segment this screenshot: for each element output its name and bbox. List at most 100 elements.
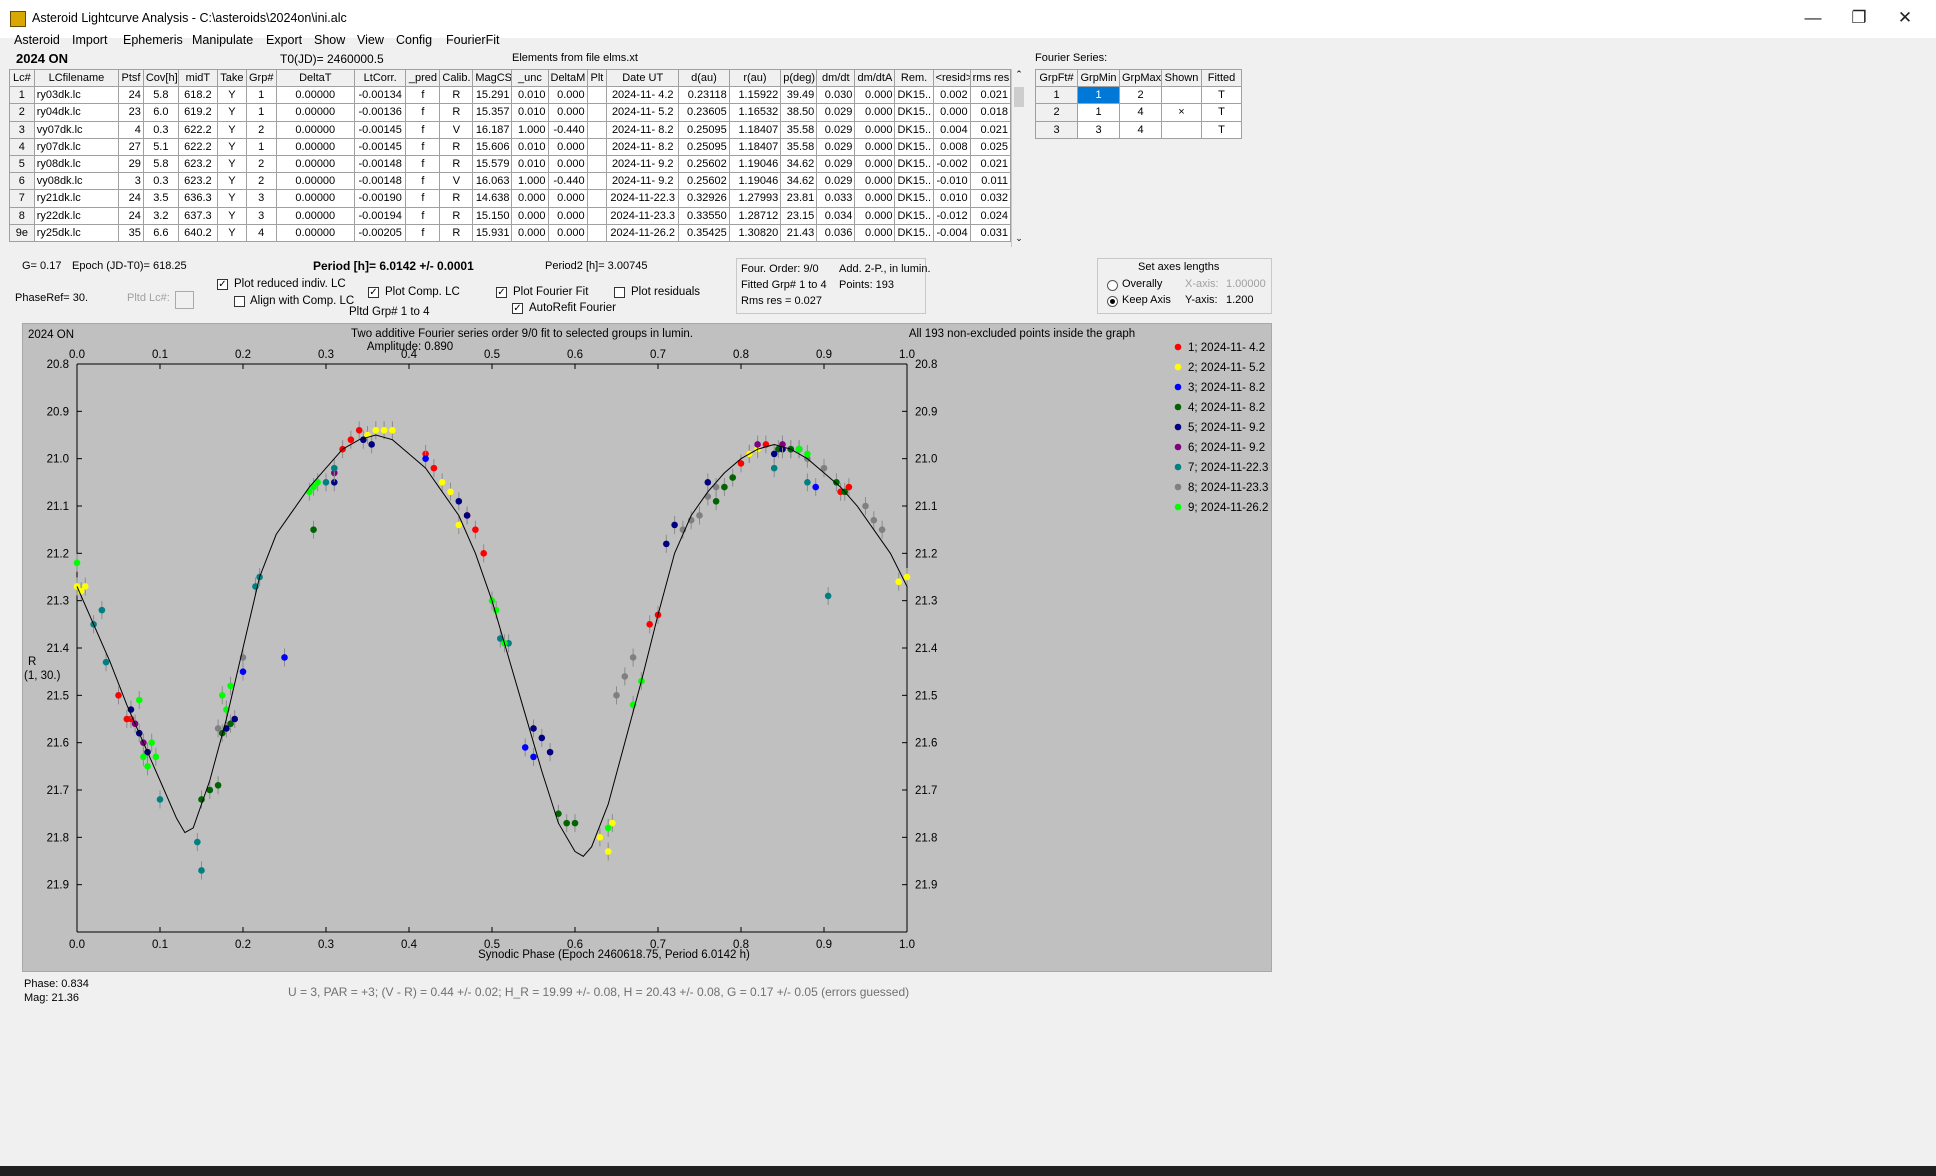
- table-cell[interactable]: 0.000: [932, 103, 971, 122]
- table-cell[interactable]: 0.000: [547, 86, 588, 105]
- table-cell[interactable]: 24: [118, 206, 144, 225]
- table-cell[interactable]: [586, 120, 608, 139]
- fourier-cell[interactable]: 1: [1077, 86, 1120, 105]
- table-cell[interactable]: 14.638: [472, 189, 513, 208]
- column-header[interactable]: p(deg): [780, 68, 818, 88]
- table-cell[interactable]: Y: [216, 86, 247, 105]
- column-header[interactable]: LCfilename: [33, 68, 120, 88]
- table-cell[interactable]: 0.000: [547, 189, 588, 208]
- table-cell[interactable]: 0.23605: [678, 103, 730, 122]
- column-header[interactable]: Grp#: [245, 68, 277, 88]
- menu-ephemeris[interactable]: Ephemeris: [123, 33, 183, 47]
- table-cell[interactable]: 622.2: [177, 120, 218, 139]
- table-cell[interactable]: Y: [216, 103, 247, 122]
- table-cell[interactable]: 0.030: [816, 86, 856, 105]
- table-cell[interactable]: 1.30820: [728, 223, 782, 242]
- table-cell[interactable]: 2024-11- 9.2: [606, 154, 680, 174]
- table-cell[interactable]: 34.62: [780, 172, 818, 191]
- fourier-column-header[interactable]: Fitted: [1201, 68, 1242, 88]
- table-cell[interactable]: 0.021: [969, 86, 1012, 105]
- table-cell[interactable]: DK15..: [894, 120, 934, 139]
- table-cell[interactable]: 0.036: [816, 223, 856, 242]
- table-cell[interactable]: 1.19046: [728, 154, 782, 174]
- table-cell[interactable]: [586, 86, 608, 105]
- table-cell[interactable]: -0.00134: [353, 86, 407, 105]
- table-cell[interactable]: 2: [245, 172, 277, 191]
- table-cell[interactable]: 0.33550: [678, 206, 730, 225]
- table-cell[interactable]: 0.000: [547, 154, 588, 174]
- table-cell[interactable]: f: [405, 154, 441, 174]
- table-cell[interactable]: 0.010: [932, 189, 971, 208]
- table-cell[interactable]: vy08dk.lc: [33, 172, 120, 191]
- table-cell[interactable]: 0.000: [854, 86, 896, 105]
- row-number-cell[interactable]: 7: [9, 189, 35, 208]
- table-cell[interactable]: Y: [216, 120, 247, 139]
- row-number-cell[interactable]: 4: [9, 137, 35, 156]
- table-cell[interactable]: -0.440: [547, 120, 588, 139]
- table-row[interactable]: 5 ry08dk.lc 29 5.8 623.2 Y 2 0.00000 -0.00148 f R 1…: [9, 154, 1012, 174]
- table-cell[interactable]: 2024-11- 8.2: [606, 120, 680, 139]
- table-scrollbar[interactable]: ⌃ ⌄: [1011, 69, 1026, 247]
- table-cell[interactable]: 23: [118, 103, 144, 122]
- row-number-cell[interactable]: 9e: [9, 223, 35, 242]
- fourier-cell[interactable]: T: [1201, 86, 1242, 105]
- fourier-row-number[interactable]: 3: [1035, 120, 1078, 139]
- fourier-cell[interactable]: 1: [1077, 103, 1120, 122]
- table-cell[interactable]: 0.010: [511, 137, 549, 156]
- table-cell[interactable]: 637.3: [177, 206, 218, 225]
- table-cell[interactable]: 0.32926: [678, 189, 730, 208]
- table-cell[interactable]: 35: [118, 223, 144, 242]
- fourier-row[interactable]: 112T: [1035, 86, 1242, 105]
- row-number-cell[interactable]: 2: [9, 103, 35, 122]
- menu-import[interactable]: Import: [72, 33, 107, 47]
- table-cell[interactable]: [586, 154, 608, 174]
- keep-axis-radio[interactable]: [1107, 296, 1118, 307]
- table-cell[interactable]: 15.150: [472, 206, 513, 225]
- table-cell[interactable]: 5.1: [142, 137, 179, 156]
- plot-residuals-checkbox[interactable]: [614, 287, 625, 298]
- table-cell[interactable]: 29: [118, 154, 144, 174]
- table-cell[interactable]: 0.000: [547, 206, 588, 225]
- table-cell[interactable]: 4: [118, 120, 144, 139]
- table-cell[interactable]: 1.18407: [728, 120, 782, 139]
- table-cell[interactable]: 1.000: [511, 172, 549, 191]
- row-number-cell[interactable]: 1: [9, 86, 35, 105]
- fourier-cell[interactable]: T: [1201, 120, 1242, 139]
- table-cell[interactable]: 636.3: [177, 189, 218, 208]
- table-cell[interactable]: 0.000: [854, 189, 896, 208]
- column-header[interactable]: _unc: [511, 68, 549, 88]
- table-cell[interactable]: 0.029: [816, 154, 856, 174]
- table-cell[interactable]: -0.004: [932, 223, 971, 242]
- table-cell[interactable]: 16.063: [472, 172, 513, 191]
- table-cell[interactable]: 0.25602: [678, 154, 730, 174]
- table-cell[interactable]: -0.010: [932, 172, 971, 191]
- table-cell[interactable]: 15.931: [472, 223, 513, 242]
- table-row[interactable]: 6 vy08dk.lc 3 0.3 623.2 Y 2 0.00000 -0.00148 f V 16…: [9, 172, 1012, 191]
- table-cell[interactable]: 0.00000: [275, 223, 355, 242]
- table-cell[interactable]: 0.029: [816, 172, 856, 191]
- scroll-thumb[interactable]: [1014, 87, 1024, 107]
- table-cell[interactable]: Y: [216, 137, 247, 156]
- table-cell[interactable]: 0.000: [854, 206, 896, 225]
- table-cell[interactable]: 15.291: [472, 86, 513, 105]
- table-cell[interactable]: 24: [118, 189, 144, 208]
- table-cell[interactable]: f: [405, 86, 441, 105]
- column-header[interactable]: Rem.: [894, 68, 934, 88]
- table-cell[interactable]: 0.033: [816, 189, 856, 208]
- column-header[interactable]: Lc#: [9, 68, 35, 88]
- table-cell[interactable]: 3: [245, 189, 277, 208]
- table-cell[interactable]: 1.18407: [728, 137, 782, 156]
- row-number-cell[interactable]: 5: [9, 154, 35, 174]
- table-cell[interactable]: 0.00000: [275, 86, 355, 105]
- table-cell[interactable]: 623.2: [177, 154, 218, 174]
- table-cell[interactable]: Y: [216, 223, 247, 242]
- table-cell[interactable]: 23.15: [780, 206, 818, 225]
- column-header[interactable]: dm/dt: [816, 68, 856, 88]
- table-cell[interactable]: 0.032: [969, 189, 1012, 208]
- table-cell[interactable]: 0.031: [969, 223, 1012, 242]
- table-cell[interactable]: 0.018: [969, 103, 1012, 122]
- table-cell[interactable]: [586, 103, 608, 122]
- table-cell[interactable]: Y: [216, 189, 247, 208]
- table-cell[interactable]: 0.021: [969, 120, 1012, 139]
- fourier-cell[interactable]: [1161, 86, 1202, 105]
